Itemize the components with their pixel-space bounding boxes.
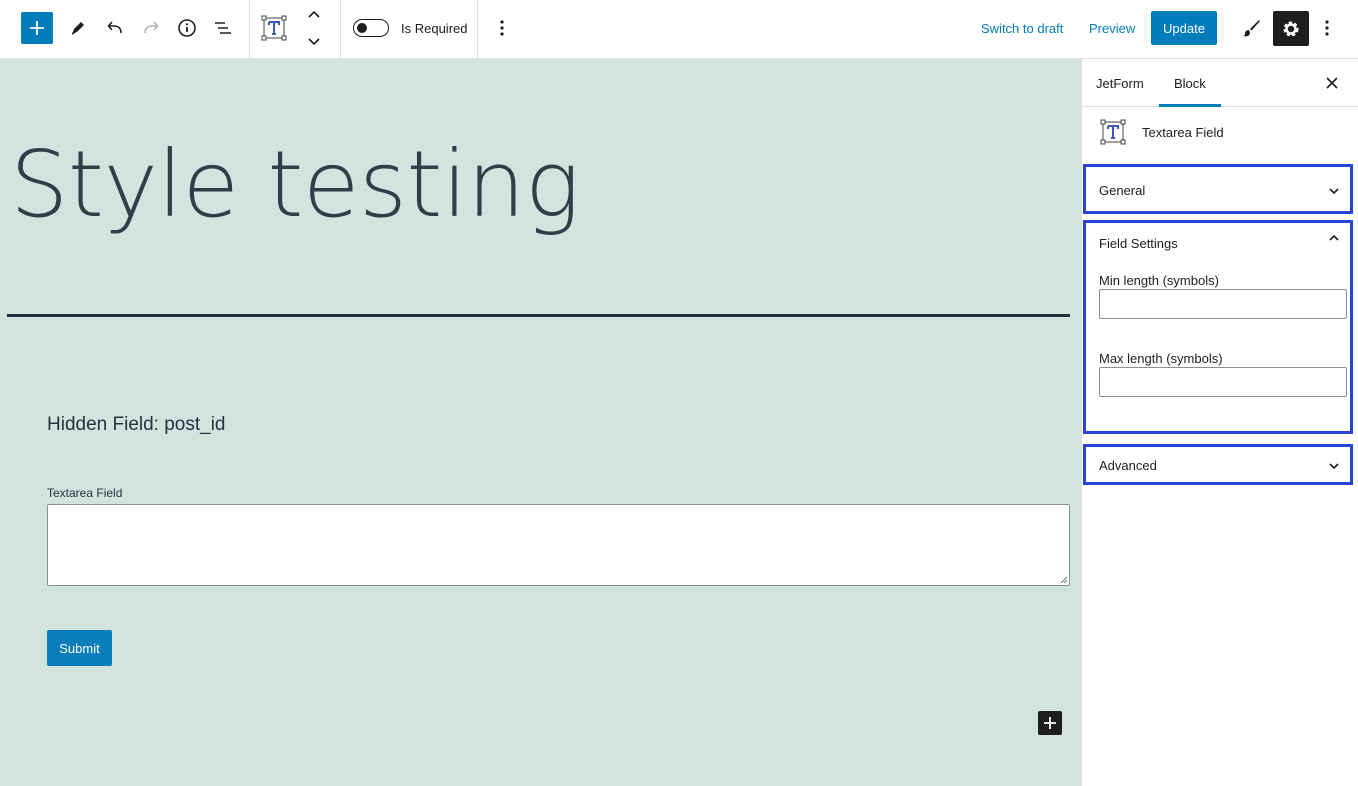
styles-button[interactable] [1239,16,1263,40]
block-card: Textarea Field [1082,107,1358,162]
max-length-label: Max length (symbols) [1099,351,1223,366]
settings-button[interactable] [1273,11,1309,46]
block-type-button[interactable] [259,13,289,43]
general-panel-title: General [1099,183,1146,198]
min-length-label: Min length (symbols) [1099,273,1219,288]
chevron-down-icon [308,38,320,46]
field-settings-panel: Field Settings Min length (symbols) Max … [1083,220,1353,434]
general-panel[interactable]: General [1083,164,1353,214]
toggle-knob [357,22,367,33]
textarea-block-icon [1100,119,1126,145]
advanced-panel[interactable]: Advanced [1083,444,1353,485]
add-block-button[interactable] [21,12,53,44]
tab-block[interactable]: Block [1174,76,1206,91]
min-length-input[interactable] [1099,289,1347,319]
resize-grip-icon[interactable] [1060,576,1068,584]
tools-button[interactable] [66,16,90,40]
info-icon [178,19,196,37]
list-view-icon [215,22,231,34]
is-required-label: Is Required [401,21,468,36]
pencil-icon [71,22,84,35]
textarea-field-label: Textarea Field [47,486,123,500]
move-down-button[interactable] [305,32,323,50]
move-up-button[interactable] [305,6,323,24]
editor-canvas: Style testing Hidden Field: post_id Text… [0,59,1081,786]
chevron-up-icon[interactable] [1328,232,1340,244]
toolbar-divider [340,0,341,58]
list-view-button[interactable] [211,16,235,40]
block-inserter-button[interactable] [1038,711,1062,735]
max-length-input[interactable] [1099,367,1347,397]
chevron-up-icon [308,10,320,18]
advanced-panel-title: Advanced [1099,458,1157,473]
hidden-field-block[interactable]: Hidden Field: post_id [47,414,226,436]
chevron-down-icon [1329,188,1339,195]
plus-icon [1044,717,1056,729]
gear-icon [1283,21,1299,36]
undo-icon [107,21,122,34]
chevron-down-icon [1329,463,1339,470]
toolbar-divider [249,0,250,58]
sidebar-tabs: JetForm Block [1082,59,1358,107]
is-required-toggle[interactable] [353,19,389,37]
separator-block[interactable] [7,314,1070,317]
post-title[interactable]: Style testing [10,139,580,231]
submit-button[interactable]: Submit [47,630,112,666]
block-card-title: Textarea Field [1142,125,1224,140]
more-vertical-icon [1325,20,1329,36]
switch-to-draft-button[interactable]: Switch to draft [981,21,1063,36]
field-settings-panel-title[interactable]: Field Settings [1099,236,1178,251]
options-button[interactable] [1316,16,1338,40]
update-button[interactable]: Update [1151,11,1217,45]
settings-sidebar: JetForm Block Textarea Field General Fie… [1081,59,1358,786]
undo-button[interactable] [103,16,127,40]
toolbar-divider [477,0,478,58]
editor-toolbar: Is Required Switch to draft Preview Upda… [0,0,1358,59]
block-options-button[interactable] [491,16,513,40]
textarea-field-input[interactable] [47,504,1070,586]
plus-icon [30,21,44,35]
details-button[interactable] [175,16,199,40]
redo-button[interactable] [139,16,163,40]
redo-icon [144,21,159,34]
textarea-block-icon [261,15,287,41]
more-vertical-icon [500,20,504,36]
brush-icon [1243,20,1260,37]
close-icon[interactable] [1324,75,1340,91]
tab-jetform[interactable]: JetForm [1096,76,1144,91]
preview-button[interactable]: Preview [1089,21,1135,36]
